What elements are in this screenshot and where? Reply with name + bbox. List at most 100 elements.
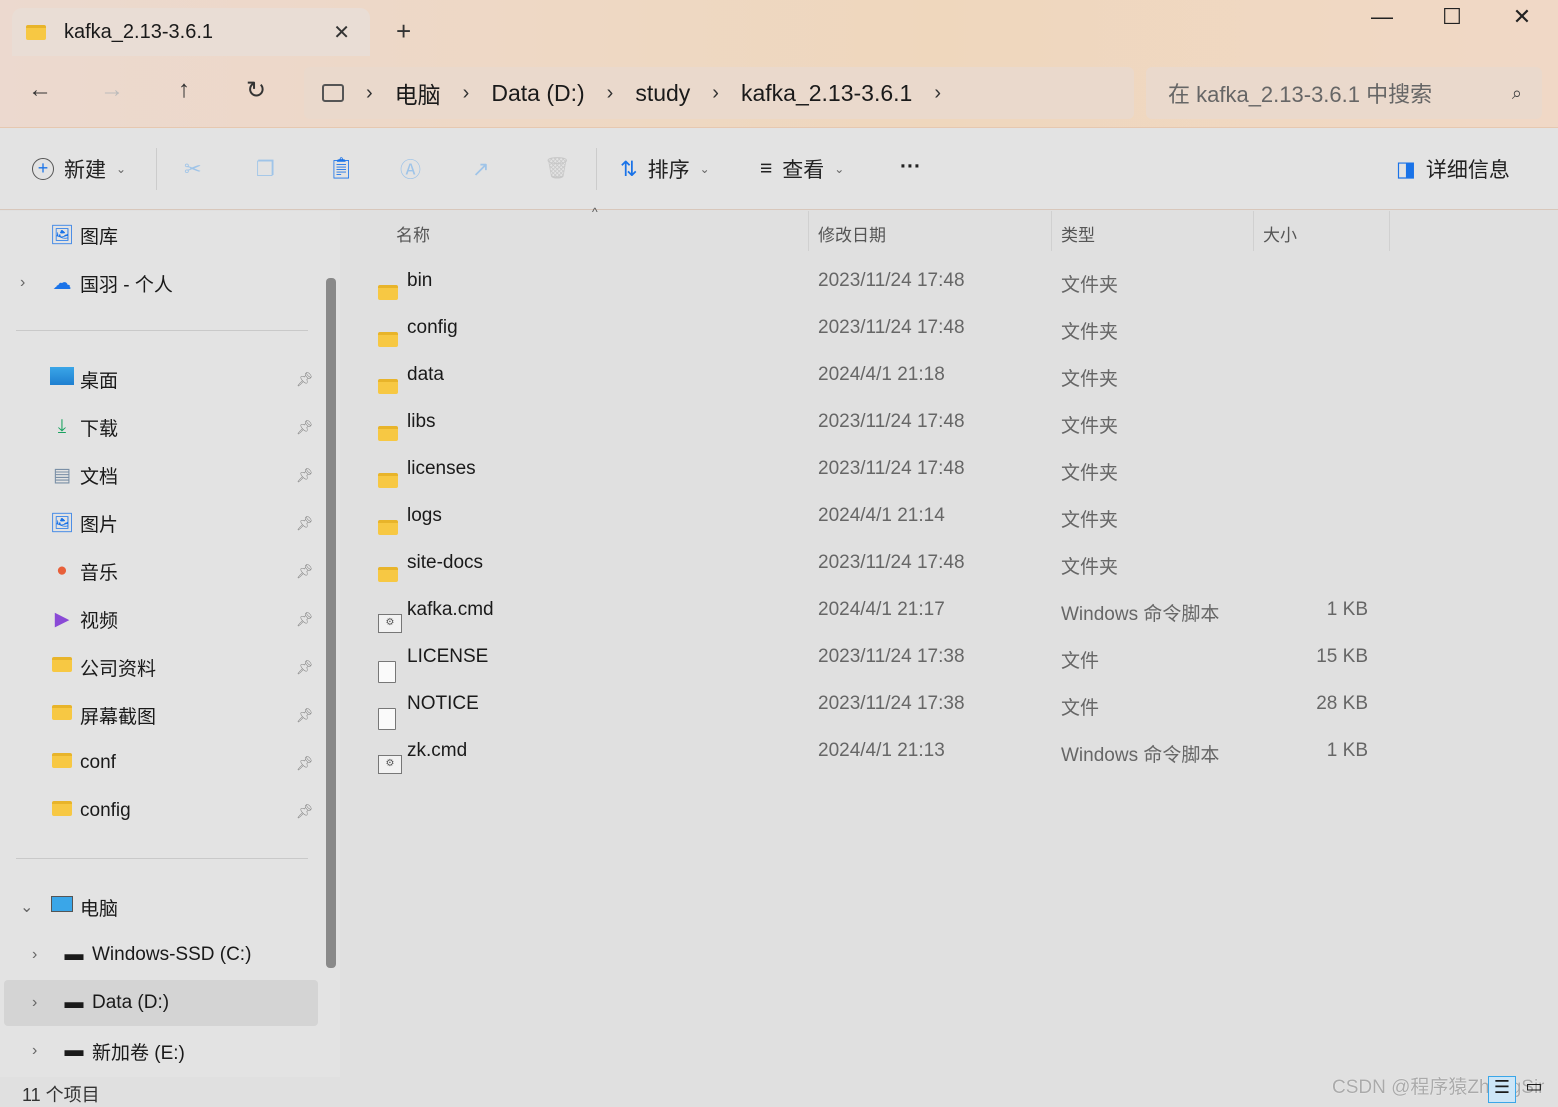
address-bar[interactable]: › 电脑 › Data (D:) › study › kafka_2.13-3.6.1… xyxy=(304,67,1134,119)
close-window-button[interactable]: ✕ xyxy=(1502,4,1542,30)
refresh-button[interactable]: ↻ xyxy=(236,76,276,105)
details-button[interactable]: ◨ 详细信息 xyxy=(1396,128,1510,210)
sidebar-item-gallery[interactable]: 🖼︎ 图库 xyxy=(0,212,320,258)
sidebar-item-music[interactable]: ● 音乐 📌︎ xyxy=(0,548,320,594)
view-button[interactable]: ≡ 查看 ⌄ xyxy=(760,128,844,210)
sidebar-item-videos[interactable]: ▶ 视频 📌︎ xyxy=(0,596,320,642)
sidebar-item-conf[interactable]: conf 📌︎ xyxy=(0,740,320,786)
column-header-name[interactable]: 名称 xyxy=(396,221,430,246)
copy-button[interactable]: ❐ xyxy=(256,128,275,210)
pictures-icon: 🖼︎ xyxy=(50,513,75,534)
back-button[interactable]: ← xyxy=(20,76,60,104)
sidebar-item-pc[interactable]: ⌄ 电脑 xyxy=(0,884,320,930)
close-tab-button[interactable]: ✕ xyxy=(333,20,350,45)
share-button[interactable]: ↗ xyxy=(472,128,490,210)
sidebar-item-pictures[interactable]: 🖼︎ 图片 📌︎ xyxy=(0,500,320,546)
file-row[interactable]: ⚙ kafka.cmd 2024/4/1 21:17 Windows 命令脚本 … xyxy=(346,587,1546,634)
tab-active[interactable]: kafka_2.13-3.6.1 ✕ xyxy=(12,8,370,56)
pin-icon[interactable]: 📌︎ xyxy=(296,419,314,436)
breadcrumb-pc[interactable]: 电脑 xyxy=(395,76,441,110)
file-row[interactable]: NOTICE 2023/11/24 17:38 文件 28 KB xyxy=(346,681,1546,730)
sidebar-item-documents[interactable]: ▤ 文档 📌︎ xyxy=(0,452,320,498)
breadcrumb-drive[interactable]: Data (D:) xyxy=(491,80,584,107)
up-button[interactable]: ↑ xyxy=(164,76,204,104)
new-label: 新建 xyxy=(64,159,106,182)
sidebar-item-drive-e[interactable]: › ▬ 新加卷 (E:) xyxy=(0,1028,320,1074)
file-size: 1 KB xyxy=(1326,599,1368,620)
pin-icon[interactable]: 📌︎ xyxy=(296,371,314,388)
sort-button[interactable]: ⇅ 排序 ⌄ xyxy=(620,128,710,210)
file-row[interactable]: logs 2024/4/1 21:14 文件夹 xyxy=(346,493,1546,540)
breadcrumb-current[interactable]: kafka_2.13-3.6.1 xyxy=(741,80,912,107)
delete-button[interactable]: 🗑︎ xyxy=(544,128,571,210)
file-date: 2023/11/24 17:48 xyxy=(818,552,965,573)
file-name: licenses xyxy=(407,458,476,479)
sidebar-item-downloads[interactable]: ⤓ 下载 📌︎ xyxy=(0,404,320,450)
chevron-down-icon[interactable]: ⌄ xyxy=(20,897,33,917)
item-count: 11 个项目 xyxy=(22,1085,100,1105)
file-name: config xyxy=(407,317,458,338)
file-row[interactable]: data 2024/4/1 21:18 文件夹 xyxy=(346,352,1546,399)
forward-button[interactable]: → xyxy=(92,76,132,104)
sidebar-item-screenshots[interactable]: 屏幕截图 📌︎ xyxy=(0,692,320,738)
copy-icon: ❐ xyxy=(256,157,275,181)
chevron-right-icon[interactable]: › xyxy=(20,274,25,292)
search-placeholder: 在 kafka_2.13-3.6.1 中搜索 xyxy=(1168,82,1433,107)
pin-icon[interactable]: 📌︎ xyxy=(296,755,314,772)
download-icon: ⤓ xyxy=(57,416,67,437)
file-name: logs xyxy=(407,505,442,526)
divider xyxy=(156,148,157,190)
file-type: Windows 命令脚本 xyxy=(1061,745,1220,766)
column-divider xyxy=(1389,211,1390,251)
file-row[interactable]: licenses 2023/11/24 17:48 文件夹 xyxy=(346,446,1546,493)
tiles-view-toggle[interactable]: ▭ xyxy=(1520,1076,1548,1103)
more-button[interactable]: ··· xyxy=(900,126,921,208)
rename-button[interactable]: Ⓐ xyxy=(400,128,421,210)
column-header-size[interactable]: 大小 xyxy=(1263,221,1297,246)
file-type: 文件 xyxy=(1061,651,1100,672)
file-row[interactable]: ⚙ zk.cmd 2024/4/1 21:13 Windows 命令脚本 1 K… xyxy=(346,728,1546,775)
column-header-date[interactable]: 修改日期 xyxy=(818,221,886,246)
file-name: zk.cmd xyxy=(407,740,468,761)
cut-button[interactable]: ✂ xyxy=(184,128,202,210)
maximize-button[interactable]: ☐ xyxy=(1432,4,1472,30)
paste-button[interactable]: 📋︎ xyxy=(328,128,355,210)
file-row[interactable]: site-docs 2023/11/24 17:48 文件夹 xyxy=(346,540,1546,587)
file-type: 文件夹 xyxy=(1061,557,1119,578)
sidebar-item-drive-d[interactable]: › ▬ Data (D:) xyxy=(4,980,318,1026)
pin-icon[interactable]: 📌︎ xyxy=(296,611,314,628)
pin-icon[interactable]: 📌︎ xyxy=(296,563,314,580)
pin-icon[interactable]: 📌︎ xyxy=(296,707,314,724)
pin-icon[interactable]: 📌︎ xyxy=(296,803,314,820)
pin-icon[interactable]: 📌︎ xyxy=(296,467,314,484)
pin-icon[interactable]: 📌︎ xyxy=(296,515,314,532)
breadcrumb-study[interactable]: study xyxy=(635,80,690,107)
music-icon: ● xyxy=(56,560,68,581)
column-header-type[interactable]: 类型 xyxy=(1061,221,1095,246)
file-row[interactable]: bin 2023/11/24 17:48 文件夹 xyxy=(346,258,1546,305)
chevron-right-icon[interactable]: › xyxy=(32,994,37,1012)
search-input[interactable]: 在 kafka_2.13-3.6.1 中搜索 ⌕ xyxy=(1146,67,1542,119)
sidebar-scrollbar[interactable] xyxy=(326,278,336,968)
file-row[interactable]: libs 2023/11/24 17:48 文件夹 xyxy=(346,399,1546,446)
details-label: 详细信息 xyxy=(1425,159,1510,182)
chevron-right-icon[interactable]: › xyxy=(32,946,37,964)
chevron-right-icon[interactable]: › xyxy=(32,1042,37,1060)
sidebar-item-drive-c[interactable]: › ▬ Windows-SSD (C:) xyxy=(0,932,320,978)
minimize-button[interactable]: — xyxy=(1362,4,1402,30)
sidebar-item-onedrive[interactable]: › ☁ 国羽 - 个人 xyxy=(0,260,320,306)
new-button[interactable]: + 新建 ⌄ xyxy=(32,128,126,210)
sort-ascending-icon: ^ xyxy=(592,205,598,219)
file-size: 15 KB xyxy=(1316,646,1368,667)
sidebar-item-config[interactable]: config 📌︎ xyxy=(0,788,320,834)
file-row[interactable]: LICENSE 2023/11/24 17:38 文件 15 KB xyxy=(346,634,1546,683)
pin-icon[interactable]: 📌︎ xyxy=(296,659,314,676)
details-view-toggle[interactable]: ☰ xyxy=(1488,1076,1516,1103)
folder-icon xyxy=(50,800,74,822)
sidebar-item-desktop[interactable]: 桌面 📌︎ xyxy=(0,356,320,402)
new-tab-button[interactable]: + xyxy=(396,16,411,47)
file-size: 1 KB xyxy=(1326,740,1368,761)
file-row[interactable]: config 2023/11/24 17:48 文件夹 xyxy=(346,305,1546,352)
folder-icon xyxy=(26,24,46,40)
sidebar-item-company[interactable]: 公司资料 📌︎ xyxy=(0,644,320,690)
